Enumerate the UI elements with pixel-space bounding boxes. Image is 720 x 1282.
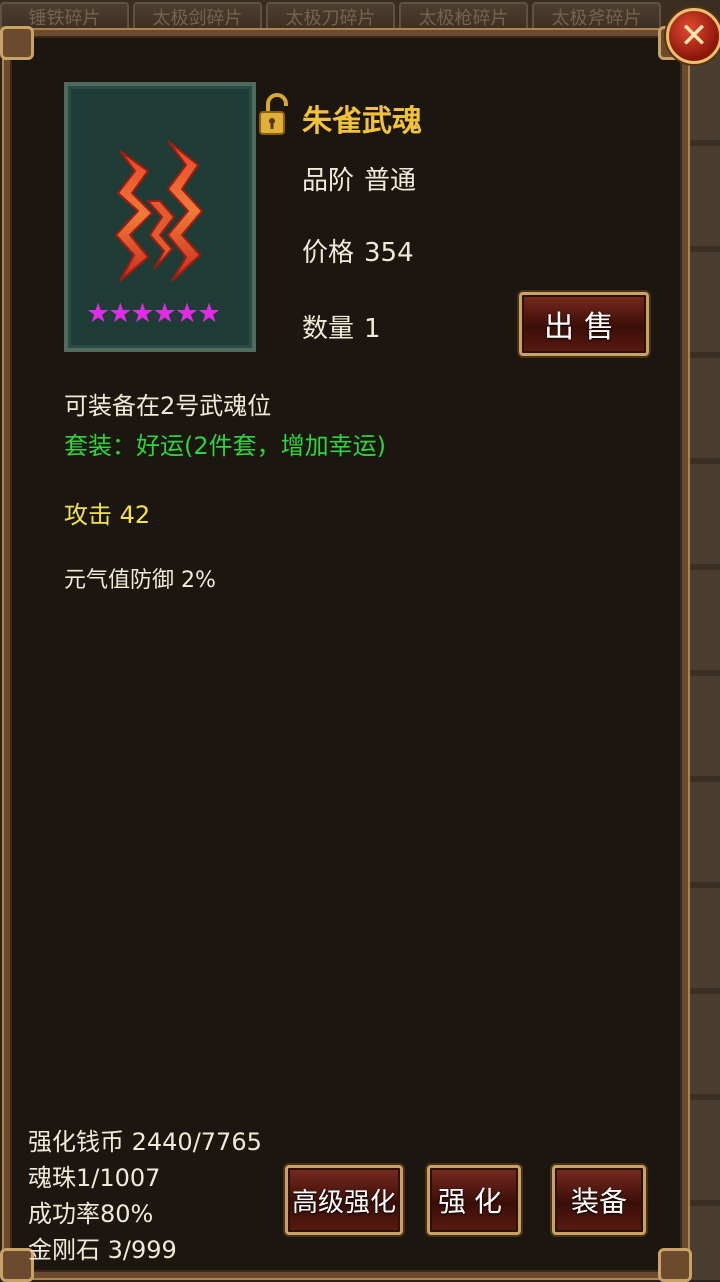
price-value: 354 bbox=[364, 238, 414, 268]
set-bonus-text: 套装：好运(2件套，增加幸运) bbox=[64, 432, 386, 460]
price-row: 价格 354 bbox=[302, 232, 414, 269]
item-name: 朱雀武魂 bbox=[302, 104, 422, 139]
coin-cost: 强化钱币 2440/7765 bbox=[28, 1128, 262, 1156]
unlocked-padlock-icon[interactable] bbox=[258, 92, 292, 136]
attack-stat: 攻击 42 bbox=[64, 501, 151, 529]
quality-label: 品阶 bbox=[302, 166, 355, 196]
success-rate: 成功率80% bbox=[28, 1200, 154, 1228]
fire-soul-icon bbox=[114, 140, 204, 282]
diamond-cost: 金刚石 3/999 bbox=[28, 1236, 177, 1264]
defense-stat: 元气值防御 2% bbox=[64, 568, 216, 593]
advanced-enhance-button[interactable]: 高级强化 bbox=[285, 1165, 403, 1235]
enhance-requirements: 强化钱币 2440/7765 魂珠1/1007 成功率80% 金刚石 3/999 bbox=[28, 1124, 262, 1268]
sell-button[interactable]: 出售 bbox=[519, 292, 649, 356]
enhance-button[interactable]: 强化 bbox=[427, 1165, 521, 1235]
quantity-value: 1 bbox=[364, 314, 381, 344]
item-icon-frame: ★★★★★★ bbox=[64, 82, 256, 352]
panel-corner-ornament bbox=[658, 1248, 692, 1282]
panel-corner-ornament bbox=[0, 26, 34, 60]
quantity-label: 数量 bbox=[302, 314, 355, 344]
price-label: 价格 bbox=[302, 238, 355, 268]
equip-button[interactable]: 装备 bbox=[552, 1165, 646, 1235]
star-rating: ★★★★★★ bbox=[86, 298, 221, 329]
quality-value: 普通 bbox=[364, 166, 417, 196]
close-button[interactable]: ✕ bbox=[666, 8, 720, 64]
soul-bead-cost: 魂珠1/1007 bbox=[28, 1164, 161, 1192]
quality-row: 品阶 普通 bbox=[302, 160, 416, 197]
equip-slot-text: 可装备在2号武魂位 bbox=[64, 392, 272, 420]
background-side-list bbox=[688, 40, 720, 1280]
quantity-row: 数量 1 bbox=[302, 308, 381, 345]
